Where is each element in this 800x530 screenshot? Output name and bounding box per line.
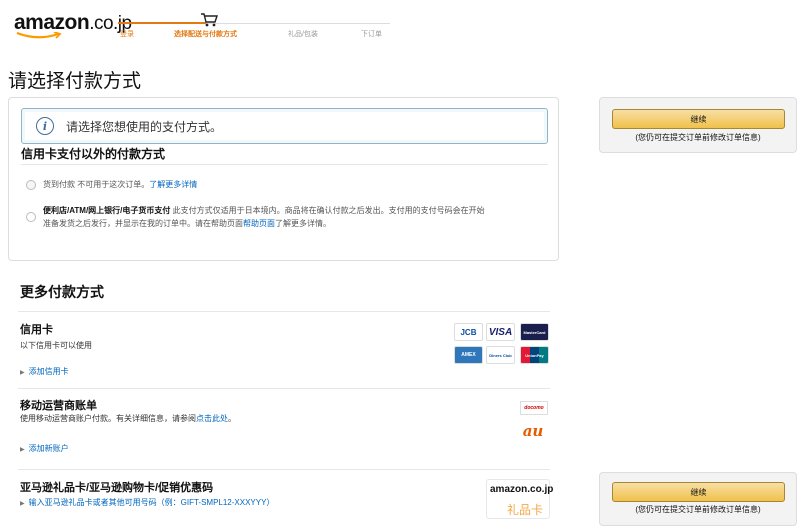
- divider: [18, 388, 550, 389]
- docomo-logo: docomo: [520, 401, 548, 415]
- continue-note-top: (您仍可在提交订单前修改订单信息): [635, 133, 761, 142]
- step-place-order: 下订单: [361, 31, 382, 38]
- info-alert: i 请选择您想使用的支付方式。: [21, 108, 548, 144]
- visa-logo: VISA: [486, 323, 515, 341]
- info-alert-text: 请选择您想使用的支付方式。: [66, 119, 223, 134]
- help-page-link[interactable]: 帮助页面: [243, 219, 275, 228]
- jcb-logo: JCB: [454, 323, 483, 341]
- page-title: 请选择付款方式: [8, 71, 142, 92]
- carrier-click-here-link[interactable]: 点击此处: [196, 414, 228, 423]
- step-shipping-payment: 选择配送与付款方式: [174, 31, 237, 38]
- other-methods-heading: 信用卡支付以外的付款方式: [21, 147, 166, 161]
- cart-icon: [201, 13, 218, 27]
- gift-card-brand: amazon.co.jp: [490, 484, 554, 495]
- more-methods-title: 更多付款方式: [20, 284, 104, 300]
- carrier-sub-end: 。: [228, 414, 236, 423]
- logo-smile-icon: [16, 32, 62, 39]
- add-carrier-account-link[interactable]: ▶ 添加新账户: [20, 443, 69, 454]
- payment-methods-box: i 请选择您想使用的支付方式。 信用卡支付以外的付款方式 货到付款 不可用于这次…: [8, 97, 559, 261]
- continue-box-top: 继续 (您仍可在提交订单前修改订单信息): [599, 97, 797, 153]
- add-carrier-account-label: 添加新账户: [28, 444, 69, 453]
- gift-card-logo: amazon.co.jp 礼品卡: [486, 479, 554, 519]
- au-logo: au: [522, 422, 544, 440]
- add-credit-card-link[interactable]: ▶ 添加信用卡: [20, 366, 69, 377]
- unionpay-logo: UnionPay: [520, 346, 549, 364]
- carrier-billing-sub: 使用移动运营商账户付款。有关详细信息，请参阅点击此处。: [20, 413, 236, 424]
- divider: [18, 469, 550, 470]
- diners-logo: Diners Club: [486, 346, 515, 364]
- convenience-desc-2: 准备发货之后发行，并显示在我的订单中。请在帮助页面: [43, 219, 243, 228]
- continue-note-bottom: (您仍可在提交订单前修改订单信息): [635, 505, 761, 514]
- step-login[interactable]: 登录: [120, 29, 134, 39]
- continue-box-bottom: 继续 (您仍可在提交订单前修改订单信息): [599, 472, 797, 526]
- gift-card-input-label: 输入亚马逊礼品卡或者其他可用号码（例：GIFT-SMPL12-XXXYYY）: [28, 498, 275, 507]
- gift-card-label: 礼品卡: [506, 503, 543, 517]
- convenience-radio[interactable]: [26, 212, 36, 222]
- convenience-label: 便利店/ATM/网上银行/电子货币支付: [43, 206, 171, 215]
- divider: [21, 164, 548, 165]
- checkout-progress: 登录 选择配送与付款方式 礼品/包装 下订单: [118, 12, 390, 42]
- amex-logo: AMEX: [454, 346, 483, 364]
- continue-button-bottom[interactable]: 继续: [612, 482, 785, 502]
- convenience-desc-3: 了解更多详情。: [275, 219, 331, 228]
- credit-card-title: 信用卡: [20, 324, 53, 336]
- progress-track-done: [118, 22, 206, 24]
- step-gift-wrap: 礼品/包装: [288, 31, 318, 38]
- mastercard-logo: MasterCard: [520, 323, 549, 341]
- carrier-sub-text: 使用移动运营商账户付款。有关详细信息，请参阅: [20, 414, 196, 423]
- add-credit-card-label: 添加信用卡: [28, 367, 69, 376]
- cod-learn-more-link[interactable]: 了解更多详情: [149, 180, 197, 189]
- logo-main: amazon: [14, 11, 90, 34]
- divider: [18, 311, 550, 312]
- convenience-option[interactable]: 便利店/ATM/网上银行/电子货币支付 此支付方式仅适用于日本境内。商品将在确认…: [43, 204, 548, 230]
- cod-label: 货到付款 不可用于这次订单。: [43, 180, 150, 189]
- carrier-billing-title: 移动运营商账单: [20, 400, 97, 412]
- caret-right-icon: ▶: [20, 447, 25, 453]
- caret-right-icon: ▶: [20, 501, 25, 507]
- cod-radio: [26, 180, 36, 190]
- convenience-desc-1: 此支付方式仅适用于日本境内。商品将在确认付款之后发出。支付用的支付号码会在开始: [170, 206, 485, 215]
- gift-card-input-link[interactable]: ▶ 输入亚马逊礼品卡或者其他可用号码（例：GIFT-SMPL12-XXXYYY）: [20, 497, 274, 508]
- credit-card-sub: 以下信用卡可以使用: [20, 341, 92, 350]
- continue-button-top[interactable]: 继续: [612, 109, 785, 129]
- info-icon: i: [36, 117, 54, 135]
- gift-card-title: 亚马逊礼品卡/亚马逊购物卡/促销优惠码: [20, 482, 214, 494]
- cod-option: 货到付款 不可用于这次订单。了解更多详情: [43, 178, 197, 191]
- caret-right-icon: ▶: [20, 370, 25, 376]
